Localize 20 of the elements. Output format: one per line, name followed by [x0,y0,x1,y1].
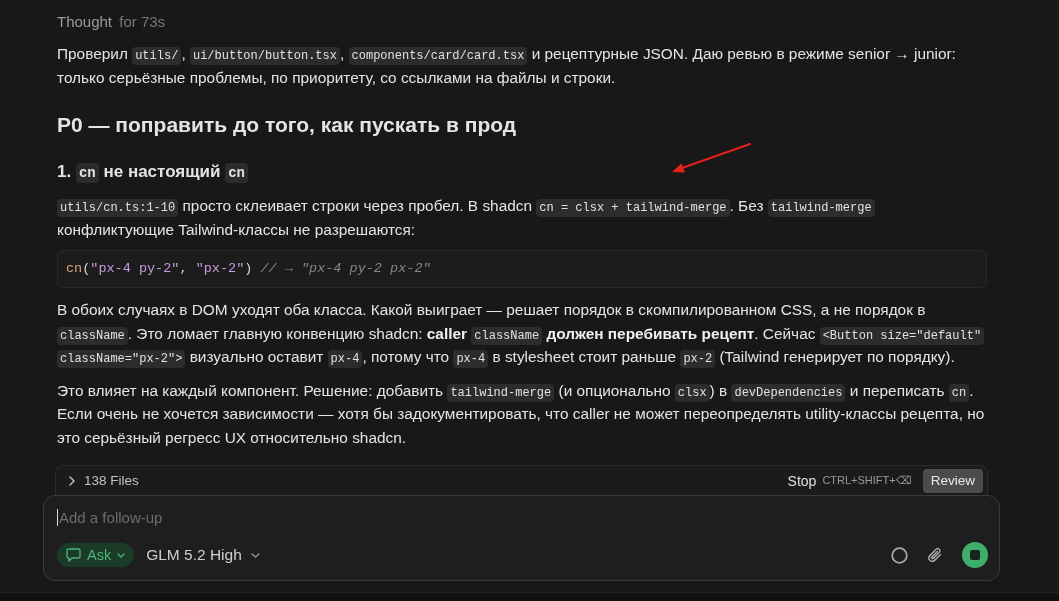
stop-button[interactable]: Stop [787,472,817,489]
chat-bubble-icon [66,548,81,562]
shortcut-hint: CTRL+SHIFT+⌫ [822,474,912,487]
model-dropdown[interactable]: GLM 5.2 High [146,546,260,564]
ring-icon[interactable] [891,546,908,564]
code-block: cn("px-4 py-2", "px-2") // → "px-4 py-2 px-2" [57,250,987,288]
thought-label[interactable]: Thought [57,13,113,30]
chevron-down-icon [117,552,126,558]
text-cursor [57,508,58,526]
round-stop-button[interactable] [962,542,988,568]
follow-up-input[interactable]: Add a follow-up [58,506,988,528]
mode-dropdown[interactable]: Ask [57,543,135,567]
subsection-heading: 1. cn не настоящий cn [57,160,987,184]
files-toggle[interactable]: 138 Files [69,473,139,488]
thought-duration: for 73s [119,13,166,30]
stop-icon [970,550,980,560]
paperclip-icon[interactable] [927,545,943,565]
chevron-down-icon [250,552,260,558]
review-button[interactable]: Review [922,468,983,493]
section-heading: P0 — поправить до того, как пускать в прод [57,112,518,138]
